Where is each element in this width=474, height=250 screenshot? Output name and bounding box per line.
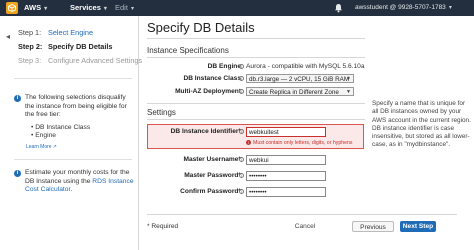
step-number: Step 3: [18, 56, 42, 65]
external-link-icon: ↗ [52, 144, 57, 150]
free-tier-notice: i The following selections disqualify th… [14, 94, 136, 141]
master-username-input[interactable]: webkui [246, 155, 326, 165]
db-instance-class-label: DB Instance Class [183, 75, 241, 82]
help-info-icon[interactable]: i [239, 157, 244, 162]
db-instance-identifier-label: DB Instance Identifier* [170, 128, 241, 135]
confirm-password-input[interactable]: •••••••• [246, 187, 326, 197]
section-divider [147, 119, 365, 120]
chevron-down-icon: ▼ [346, 76, 351, 82]
error-text: Must contain only letters, digits, or hy… [253, 140, 353, 146]
services-menu[interactable]: Services ▾ [70, 3, 107, 12]
footer-divider [147, 214, 457, 215]
cancel-button[interactable]: Cancel [290, 221, 320, 232]
top-navigation-bar: AWS ▾ Services ▾ Edit ▾ awsstudent @ 9928-5… [0, 0, 474, 16]
master-username-label: Master Username* [183, 156, 241, 163]
help-info-icon[interactable]: i [239, 129, 244, 134]
info-icon: i [14, 95, 21, 102]
chevron-down-icon: ▼ [346, 89, 351, 95]
help-info-icon[interactable]: i [239, 89, 244, 94]
instance-specifications-heading: Instance Specifications [147, 46, 229, 55]
chevron-down-icon: ▾ [44, 6, 48, 12]
chevron-down-icon: ▾ [448, 5, 452, 11]
help-panel-text: Specify a name that is unique for all DB… [372, 100, 471, 149]
learn-more-link[interactable]: Learn More↗ [25, 143, 57, 150]
divider [14, 78, 132, 79]
settings-heading: Settings [147, 108, 176, 117]
edit-menu-label: Edit [115, 3, 128, 12]
master-password-label: Master Password* [184, 172, 241, 179]
step-number: Step 1: [18, 28, 42, 37]
title-divider [147, 38, 365, 39]
chevron-down-icon: ▾ [103, 6, 107, 12]
confirm-password-label: Confirm Password* [180, 188, 241, 195]
master-password-input[interactable]: •••••••• [246, 171, 326, 181]
list-item: • Engine [31, 132, 57, 140]
db-instance-identifier-input[interactable]: webkuitest [246, 127, 326, 137]
multi-az-selected: Create Replica in Different Zone [249, 89, 339, 96]
multi-az-select[interactable]: Create Replica in Different Zone ▼ [246, 87, 354, 96]
db-engine-label: DB Engine [207, 63, 241, 70]
list-item: • DB Instance Class [31, 123, 91, 131]
edit-menu[interactable]: Edit ▾ [115, 3, 134, 12]
divider [14, 159, 132, 160]
aws-menu-label: AWS [24, 3, 42, 12]
multi-az-label: Multi-AZ Deployment [175, 88, 241, 95]
db-instance-class-select[interactable]: db.r3.large — 2 vCPU, 15 GiB RAM ▼ [246, 74, 354, 83]
section-divider [147, 103, 365, 104]
help-info-icon[interactable]: i [239, 64, 244, 69]
learn-more-label: Learn More [26, 144, 52, 150]
aws-menu[interactable]: AWS ▾ [24, 3, 47, 12]
page-title: Specify DB Details [147, 20, 255, 35]
step-label: Specify DB Details [48, 42, 113, 51]
collapse-sidebar-icon[interactable]: ◂ [6, 32, 10, 41]
account-label: awsstudent @ 9928-5707-1783 [355, 4, 446, 11]
step-number: Step 2: [18, 42, 43, 51]
help-info-icon[interactable]: i [239, 189, 244, 194]
step-label: Select Engine [48, 28, 94, 37]
db-instance-class-selected: db.r3.large — 2 vCPU, 15 GiB RAM [249, 76, 350, 83]
previous-button[interactable]: Previous [352, 221, 394, 232]
account-menu[interactable]: awsstudent @ 9928-5707-1783 ▾ [355, 4, 452, 11]
info-icon: i [14, 170, 21, 177]
step-2-specify-db-details[interactable]: Step 2: Specify DB Details [18, 42, 112, 51]
db-engine-value: Aurora - compatible with MySQL 5.6.10a [246, 63, 365, 70]
required-note: * Required [147, 223, 179, 230]
error-icon: ! [246, 140, 251, 146]
services-menu-label: Services [70, 3, 101, 12]
section-divider [147, 57, 365, 58]
step-1-select-engine[interactable]: Step 1: Select Engine [18, 28, 93, 37]
cost-estimate-notice: i Estimate your monthly costs for the DB… [14, 169, 136, 195]
help-info-icon[interactable]: i [239, 173, 244, 178]
step-label: Configure Advanced Settings [48, 56, 143, 65]
chevron-down-icon: ▾ [130, 6, 134, 12]
help-info-icon[interactable]: i [239, 76, 244, 81]
free-tier-notice-text: The following selections disqualify the … [25, 94, 127, 119]
step-3-configure-advanced-settings[interactable]: Step 3: Configure Advanced Settings [18, 56, 142, 65]
next-step-button[interactable]: Next Step [400, 221, 436, 232]
db-instance-identifier-error: ! Must contain only letters, digits, or h… [246, 140, 352, 146]
aws-cube-icon[interactable] [6, 2, 18, 14]
disqualifying-list: • DB Instance Class • Engine [31, 124, 136, 141]
wizard-sidebar: ◂ Step 1: Select Engine Step 2: Specify … [0, 16, 142, 250]
notifications-bell-icon[interactable] [334, 3, 343, 15]
